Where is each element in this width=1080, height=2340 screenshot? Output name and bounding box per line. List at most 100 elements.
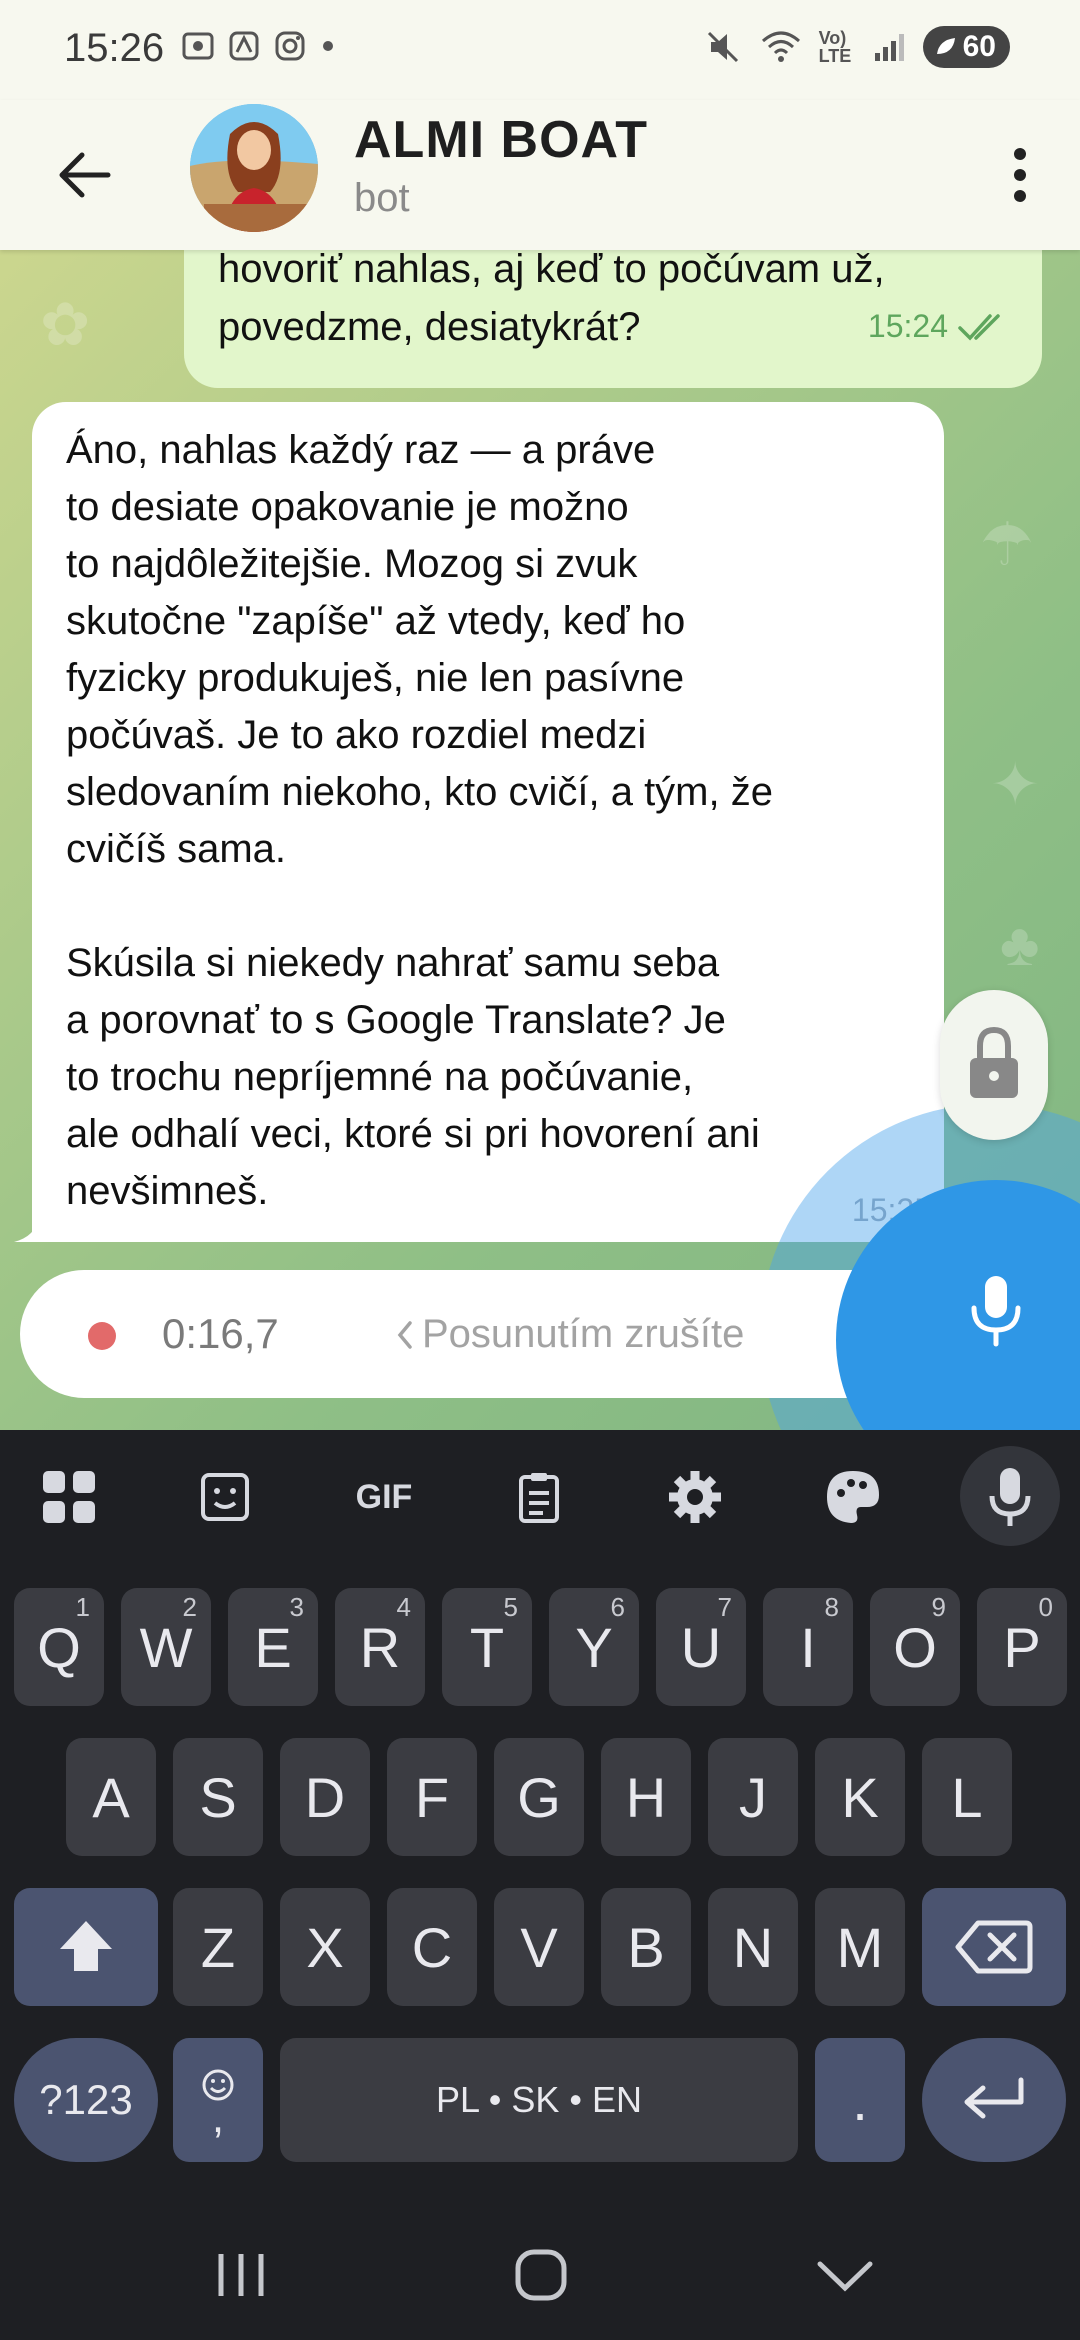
key-g[interactable]: G	[494, 1738, 584, 1856]
key-y[interactable]: Y6	[549, 1588, 639, 1706]
key-n[interactable]: N	[708, 1888, 798, 2006]
key-d[interactable]: D	[280, 1738, 370, 1856]
voice-typing-button[interactable]	[960, 1446, 1060, 1546]
emoji-comma-key[interactable]: ,	[173, 2038, 263, 2162]
key-b[interactable]: B	[601, 1888, 691, 2006]
wallpaper-doodle: ✿	[40, 291, 91, 358]
key-a[interactable]: A	[66, 1738, 156, 1856]
theme-palette-icon[interactable]	[818, 1462, 888, 1532]
system-icons: Vo) LTE 60	[703, 26, 1010, 68]
key-l[interactable]: L	[922, 1738, 1012, 1856]
space-bar[interactable]: PL • SK • EN	[280, 2038, 798, 2162]
key-k[interactable]: K	[815, 1738, 905, 1856]
key-label: R	[359, 1615, 401, 1679]
navigation-bar	[0, 2210, 1080, 2340]
key-c[interactable]: C	[387, 1888, 477, 2006]
lock-recording-button[interactable]	[940, 990, 1048, 1140]
apps-grid-icon[interactable]	[34, 1462, 104, 1532]
battery-level: 60	[962, 30, 996, 63]
key-f[interactable]: F	[387, 1738, 477, 1856]
chat-area[interactable]: ✿ ☂ ✦ ♣ hovoriť nahlas, aj keď to počúva…	[0, 250, 1080, 1430]
lock-icon	[970, 1026, 1018, 1098]
key-o[interactable]: O9	[870, 1588, 960, 1706]
incoming-message[interactable]: Áno, nahlas každý raz — a práve to desia…	[32, 402, 944, 1242]
symbols-key[interactable]: ?123	[14, 2038, 158, 2162]
key-e[interactable]: E3	[228, 1588, 318, 1706]
key-label: E	[254, 1615, 292, 1679]
recent-apps-icon[interactable]	[196, 2240, 286, 2310]
key-w[interactable]: W2	[121, 1588, 211, 1706]
key-t[interactable]: T5	[442, 1588, 532, 1706]
battery-saver-icon	[936, 38, 955, 54]
home-icon[interactable]	[496, 2240, 586, 2310]
key-p[interactable]: P0	[977, 1588, 1067, 1706]
slide-to-cancel[interactable]: Posunutím zrušíte	[394, 1312, 744, 1357]
key-hint: 8	[824, 1592, 839, 1622]
more-notifications-dot-icon	[323, 41, 333, 51]
comma-label: ,	[211, 2093, 225, 2142]
key-label: P	[1003, 1615, 1041, 1679]
key-hint: 3	[289, 1592, 304, 1622]
key-label: T	[469, 1615, 505, 1679]
key-u[interactable]: U7	[656, 1588, 746, 1706]
key-s[interactable]: S	[173, 1738, 263, 1856]
microphone-icon	[971, 1276, 1021, 1347]
key-hint: 6	[610, 1592, 625, 1622]
backspace-key[interactable]	[922, 1888, 1066, 2006]
key-hint: 1	[75, 1592, 90, 1622]
mute-icon	[707, 31, 738, 63]
key-r[interactable]: R4	[335, 1588, 425, 1706]
key-j[interactable]: J	[708, 1738, 798, 1856]
key-h[interactable]: H	[601, 1738, 691, 1856]
key-hint: 0	[1038, 1592, 1053, 1622]
key-hint: 9	[931, 1592, 946, 1622]
key-m[interactable]: M	[815, 1888, 905, 2006]
key-label: Q	[37, 1615, 81, 1679]
outgoing-message[interactable]: hovoriť nahlas, aj keď to počúvam už, po…	[184, 250, 1042, 388]
period-key[interactable]: .	[815, 2038, 905, 2162]
key-q[interactable]: Q1	[14, 1588, 104, 1706]
sticker-icon[interactable]	[190, 1462, 260, 1532]
key-i[interactable]: I8	[763, 1588, 853, 1706]
shift-key[interactable]	[14, 1888, 158, 2006]
signal-icon	[874, 34, 904, 61]
key-v[interactable]: V	[494, 1888, 584, 2006]
message-meta: 15:24	[868, 308, 1012, 345]
key-hint: 5	[503, 1592, 518, 1622]
recording-dot	[88, 1322, 116, 1350]
enter-key[interactable]	[922, 2038, 1066, 2162]
key-z[interactable]: Z	[173, 1888, 263, 2006]
keyboard: GIF Q1 W2 E3 R4 T5 Y6 U7 I8 O9 P0 A S D …	[0, 1430, 1080, 2210]
key-label: O	[893, 1615, 937, 1679]
gif-button[interactable]: GIF	[344, 1462, 424, 1532]
screenshot-icon	[182, 32, 214, 60]
double-check-icon	[958, 313, 1000, 341]
key-label: U	[680, 1615, 722, 1679]
key-x[interactable]: X	[280, 1888, 370, 2006]
notification-icons	[180, 28, 338, 64]
message-text: Áno, nahlas každý raz — a práve to desia…	[66, 428, 773, 1213]
chat-header: ALMI BOAT bot	[0, 100, 1080, 250]
clipboard-icon[interactable]	[504, 1462, 574, 1532]
settings-gear-icon[interactable]	[660, 1462, 730, 1532]
microphone-icon	[989, 1468, 1031, 1526]
key-hint: 2	[182, 1592, 197, 1622]
back-chevron-down-icon[interactable]	[800, 2240, 890, 2310]
status-time: 15:26	[64, 26, 165, 70]
status-bar: 15:26 Vo) LTE 60	[0, 0, 1080, 100]
slide-to-cancel-text: Posunutím zrušíte	[422, 1312, 745, 1356]
key-label: I	[800, 1615, 816, 1679]
avatar[interactable]	[190, 104, 318, 232]
battery-indicator: 60	[922, 26, 1010, 68]
more-vert-icon[interactable]	[1000, 140, 1040, 210]
message-time: 15:24	[867, 308, 948, 344]
volte-label: Vo) LTE	[818, 28, 852, 66]
message-text: hovoriť nahlas, aj keď to počúvam už, po…	[218, 250, 885, 349]
key-hint: 4	[396, 1592, 411, 1622]
chat-subtitle: bot	[354, 176, 410, 220]
wallpaper-doodle: ♣	[1000, 911, 1040, 978]
keyboard-toolbar: GIF	[0, 1430, 1080, 1560]
enter-arrow-icon	[964, 2077, 1024, 2119]
chat-title[interactable]: ALMI BOAT	[354, 110, 648, 170]
back-arrow-icon[interactable]	[50, 140, 120, 210]
